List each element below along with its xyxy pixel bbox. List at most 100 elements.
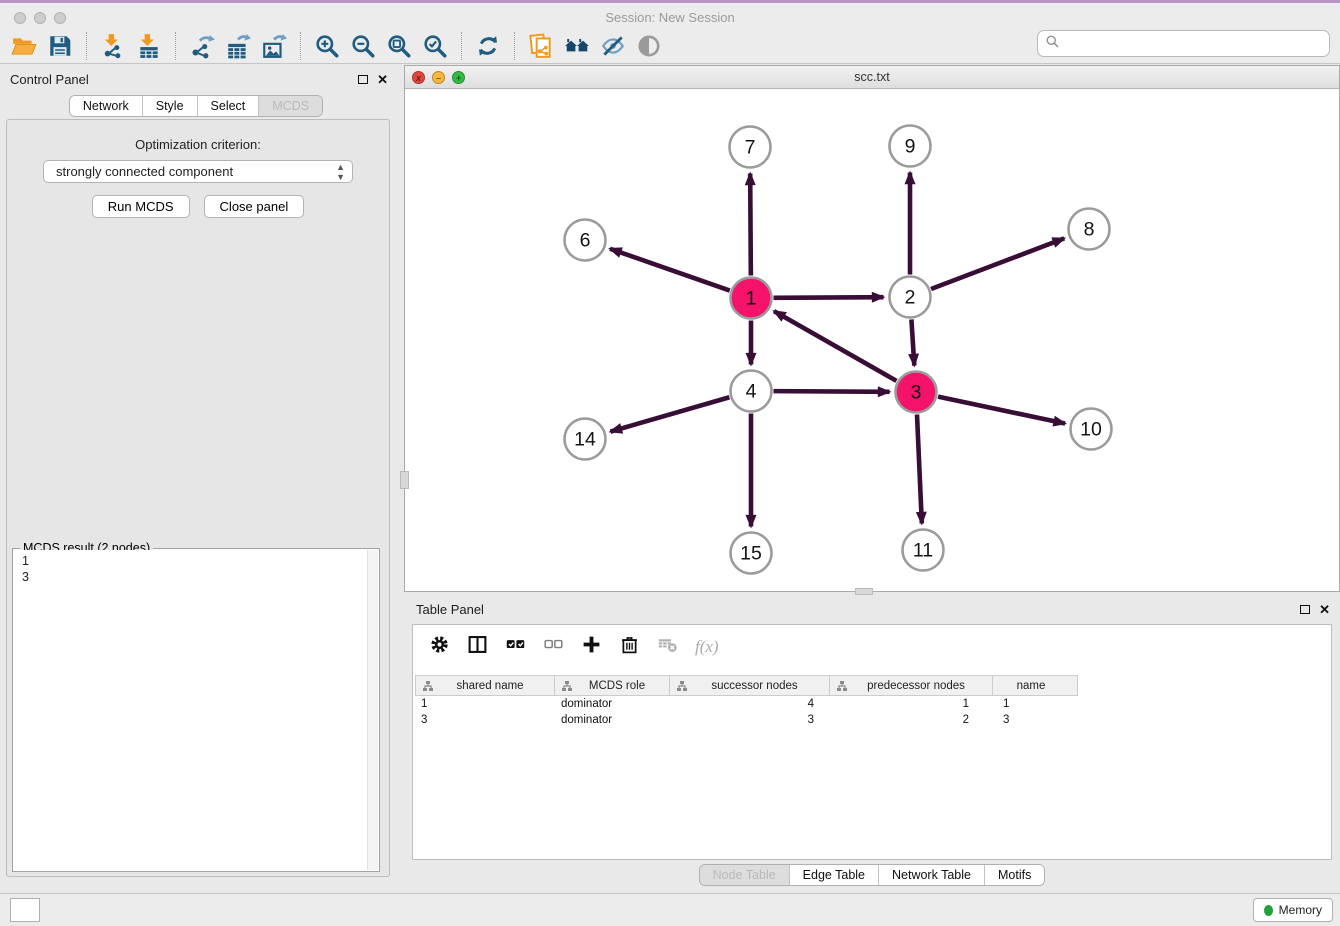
network-graph[interactable]: 7 9 6 8 1 2 4 3 14 10 15 11 [405, 89, 1339, 591]
tab-network[interactable]: Network [70, 96, 143, 116]
edge-1-2[interactable] [773, 297, 883, 298]
task-history-button[interactable] [10, 898, 40, 922]
graph-node-11[interactable]: 11 [903, 530, 944, 571]
import-network-icon[interactable] [95, 31, 131, 61]
table-cell[interactable]: 1 [993, 696, 1078, 712]
show-graphics-icon[interactable] [631, 31, 667, 61]
edge-3-10[interactable] [938, 397, 1065, 424]
tab-node-table[interactable]: Node Table [700, 865, 790, 885]
table-cell[interactable]: 1 [830, 696, 993, 712]
application-window: Session: New Session Control Panel ✕ Net… [0, 0, 1340, 926]
table-cell[interactable]: 3 [415, 712, 555, 728]
table-row[interactable]: 3dominator323 [415, 712, 1329, 728]
table-cell[interactable]: 2 [830, 712, 993, 728]
tab-network-table[interactable]: Network Table [879, 865, 985, 885]
close-table-panel-icon[interactable]: ✕ [1319, 603, 1330, 616]
graph-node-1[interactable]: 1 [731, 278, 772, 319]
tab-style[interactable]: Style [143, 96, 198, 116]
left-splitter-handle[interactable] [400, 471, 409, 489]
zoom-out-icon[interactable] [345, 31, 381, 61]
edge-4-3[interactable] [773, 391, 889, 392]
graph-node-10[interactable]: 10 [1071, 409, 1112, 450]
edge-2-8[interactable] [931, 238, 1064, 289]
close-panel-button[interactable]: Close panel [204, 195, 305, 218]
save-session-icon[interactable] [42, 31, 78, 61]
export-network-icon[interactable] [184, 31, 220, 61]
refresh-icon[interactable] [470, 31, 506, 61]
table-panel-title: Table Panel [416, 602, 484, 617]
search-input[interactable] [1065, 37, 1322, 51]
tab-edge-table[interactable]: Edge Table [790, 865, 879, 885]
table-cell[interactable]: 1 [415, 696, 555, 712]
network-canvas[interactable]: 7 9 6 8 1 2 4 3 14 10 15 11 [405, 89, 1339, 591]
float-table-panel-icon[interactable] [1300, 605, 1310, 614]
select-all-columns-icon[interactable] [505, 634, 526, 660]
column-header-shared-name[interactable]: shared name [415, 675, 555, 696]
svg-text:3: 3 [911, 382, 922, 404]
graph-node-2[interactable]: 2 [890, 277, 931, 318]
graph-node-7[interactable]: 7 [730, 127, 771, 168]
table-cell[interactable]: 3 [993, 712, 1078, 728]
tab-motifs[interactable]: Motifs [985, 865, 1044, 885]
run-mcds-button[interactable]: Run MCDS [92, 195, 190, 218]
edge-1-6[interactable] [610, 249, 730, 291]
table-row[interactable]: 1dominator411 [415, 696, 1329, 712]
edge-2-3[interactable] [911, 319, 914, 365]
toolbar-separator [86, 32, 87, 60]
delete-column-icon[interactable] [619, 634, 640, 660]
column-header-predecessor-nodes[interactable]: predecessor nodes [830, 675, 993, 696]
graph-node-9[interactable]: 9 [890, 126, 931, 167]
table-panel: Table Panel ✕ f(x) shared nameMCDS roles… [404, 597, 1340, 890]
toolbar-separator [300, 32, 301, 60]
table-cell[interactable]: dominator [555, 712, 670, 728]
graph-node-4[interactable]: 4 [731, 371, 772, 412]
network-view-window: x – + scc.txt 7 9 6 8 1 2 4 3 14 10 15 11 [404, 65, 1340, 592]
svg-text:11: 11 [913, 540, 933, 562]
network-window-titlebar[interactable]: x – + scc.txt [405, 66, 1339, 89]
zoom-fit-icon[interactable] [381, 31, 417, 61]
bottom-splitter-handle[interactable] [855, 588, 873, 595]
delete-table-icon[interactable] [657, 634, 678, 660]
tab-select[interactable]: Select [198, 96, 260, 116]
edge-3-1[interactable] [774, 311, 896, 381]
open-session-icon[interactable] [6, 31, 42, 61]
table-cell[interactable]: 4 [670, 696, 830, 712]
graph-node-6[interactable]: 6 [565, 220, 606, 261]
svg-text:1: 1 [746, 288, 757, 310]
svg-text:9: 9 [905, 136, 916, 158]
table-cell[interactable]: dominator [555, 696, 670, 712]
clone-network-icon[interactable] [523, 31, 559, 61]
edge-3-11[interactable] [917, 414, 922, 523]
import-table-icon[interactable] [131, 31, 167, 61]
mcds-result-text[interactable]: 1 3 [14, 550, 367, 870]
split-columns-icon[interactable] [467, 634, 488, 660]
gear-icon[interactable] [429, 634, 450, 660]
cyndex-browser-icon[interactable] [559, 31, 595, 61]
control-panel: Control Panel ✕ NetworkStyleSelectMCDS O… [0, 64, 396, 880]
function-builder-button[interactable]: f(x) [695, 637, 719, 657]
edge-1-7[interactable] [750, 173, 751, 275]
add-column-icon[interactable] [581, 634, 602, 660]
edge-4-14[interactable] [610, 397, 729, 431]
memory-button[interactable]: Memory [1253, 898, 1333, 922]
result-scrollbar[interactable] [367, 550, 378, 870]
criterion-select[interactable]: strongly connected component ▲▼ [43, 160, 353, 183]
hide-graphics-icon[interactable] [595, 31, 631, 61]
table-cell[interactable]: 3 [670, 712, 830, 728]
graph-node-15[interactable]: 15 [731, 533, 772, 574]
search-field[interactable] [1037, 30, 1330, 57]
export-table-icon[interactable] [220, 31, 256, 61]
zoom-selected-icon[interactable] [417, 31, 453, 61]
tab-mcds[interactable]: MCDS [259, 96, 322, 116]
zoom-in-icon[interactable] [309, 31, 345, 61]
close-panel-icon[interactable]: ✕ [377, 73, 388, 86]
export-image-icon[interactable] [256, 31, 292, 61]
graph-node-3[interactable]: 3 [896, 372, 937, 413]
float-panel-icon[interactable] [358, 75, 368, 84]
column-header-MCDS-role[interactable]: MCDS role [555, 675, 670, 696]
graph-node-14[interactable]: 14 [565, 419, 606, 460]
graph-node-8[interactable]: 8 [1069, 209, 1110, 250]
column-header-successor-nodes[interactable]: successor nodes [670, 675, 830, 696]
unselect-all-columns-icon[interactable] [543, 634, 564, 660]
column-header-name[interactable]: name [993, 675, 1078, 696]
